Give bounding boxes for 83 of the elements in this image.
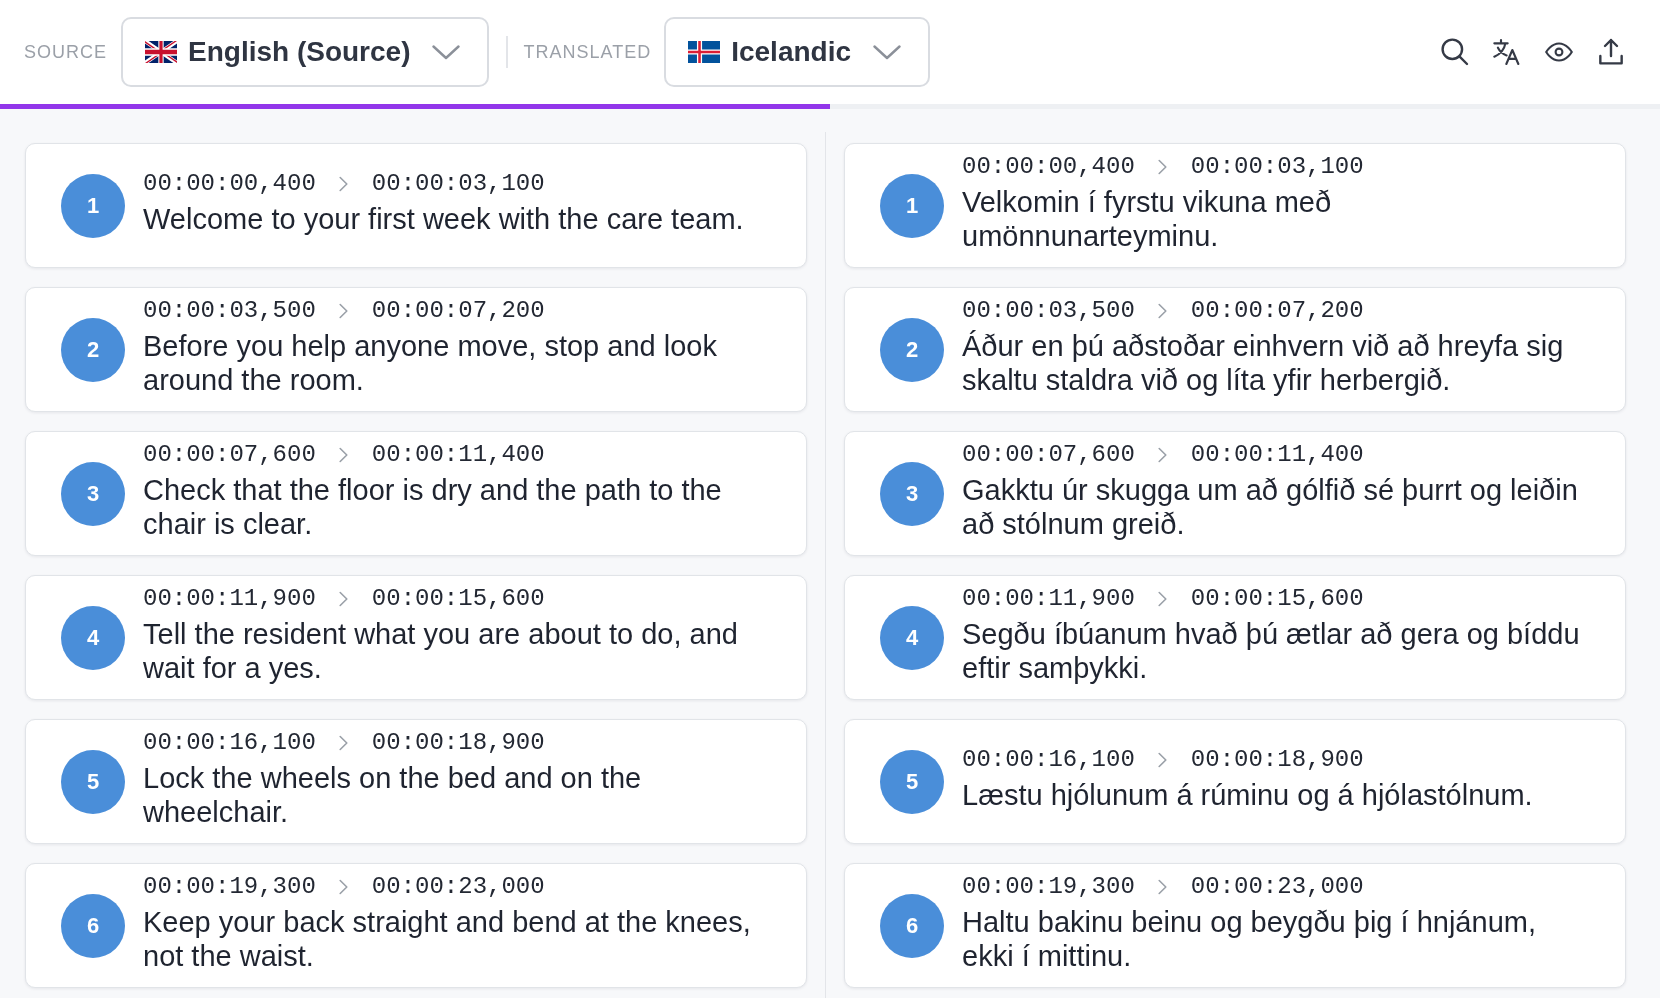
subtitle-card[interactable]: 4 00:00:11,900 00:00:15,600 Segðu íbúanum hvað þú ætlar að gera og bíddu eftir samþykki.: [844, 575, 1626, 700]
end-time: 00:00:18,900: [1190, 745, 1364, 775]
cue-number: 5: [880, 749, 944, 814]
end-time: 00:00:11,400: [371, 440, 545, 470]
end-time: 00:00:07,200: [371, 296, 545, 326]
subtitle-card[interactable]: 2 00:00:03,500 00:00:07,200 Before you help anyone move, stop and look around the room.: [25, 287, 807, 412]
subtitle-card[interactable]: 4 00:00:11,900 00:00:15,600 Tell the resident what you are about to do, and wait for a yes.: [25, 575, 807, 700]
chevron-down-icon: [432, 44, 461, 60]
language-dropdown[interactable]: Icelandic: [664, 17, 930, 87]
cue-number: 2: [880, 317, 944, 382]
language-dropdown[interactable]: English (Source): [121, 17, 490, 87]
subtitle-text: Lock the wheels on the bed and on the wheelchair.: [143, 761, 643, 829]
cue-number: 6: [880, 893, 944, 958]
end-time: 00:00:23,000: [1190, 872, 1364, 902]
chevron-right-icon: [338, 447, 348, 463]
start-time: 00:00:11,900: [962, 584, 1135, 614]
source-label: SOURCE: [24, 41, 107, 63]
subtitle-card[interactable]: 5 00:00:16,100 00:00:18,900 Lock the wheels on the bed and on the wheelchair.: [25, 719, 807, 844]
start-time: 00:00:16,100: [143, 728, 316, 758]
subtitle-text: Keep your back straight and bend at the knees, not the waist.: [143, 905, 752, 973]
cue-number: 6: [61, 893, 125, 958]
chevron-right-icon: [1157, 303, 1167, 319]
end-time: 00:00:07,200: [1190, 296, 1364, 326]
end-time: 00:00:15,600: [371, 584, 545, 614]
chevron-right-icon: [338, 176, 348, 192]
end-time: 00:00:11,400: [1190, 440, 1364, 470]
subtitle-text: Welcome to your first week with the care team.: [143, 202, 744, 236]
subtitle-text: Læstu hjólunum á rúminu og á hjólastólnum.: [962, 778, 1533, 812]
end-time: 00:00:23,000: [371, 872, 545, 902]
subtitle-text: Tell the resident what you are about to do, and wait for a yes.: [143, 617, 739, 685]
start-time: 00:00:03,500: [962, 296, 1135, 326]
subtitle-card[interactable]: 1 00:00:00,400 00:00:03,100 Welcome to your first week with the care team.: [25, 143, 807, 268]
chevron-right-icon: [1157, 591, 1167, 607]
start-time: 00:00:03,500: [143, 296, 316, 326]
cue-number: 4: [880, 605, 944, 670]
subtitle-card[interactable]: 1 00:00:00,400 00:00:03,100 Velkomin í fyrstu vikuna með umönnunarteyminu.: [844, 143, 1626, 268]
subtitle-text: Gakktu úr skugga um að gólfið sé þurrt og leiðin að stólnum greið.: [962, 473, 1579, 541]
start-time: 00:00:07,600: [143, 440, 316, 470]
start-time: 00:00:07,600: [962, 440, 1135, 470]
start-time: 00:00:16,100: [962, 745, 1135, 775]
upload-icon[interactable]: [1597, 38, 1625, 66]
chevron-right-icon: [1157, 159, 1167, 175]
subtitle-card[interactable]: 3 00:00:07,600 00:00:11,400 Check that the floor is dry and the path to the chair is clear.: [25, 431, 807, 556]
subtitle-card[interactable]: 5 00:00:16,100 00:00:18,900 Læstu hjólunum á rúminu og á hjólastólnum.: [844, 719, 1626, 844]
subtitle-card[interactable]: 2 00:00:03,500 00:00:07,200 Áður en þú aðstoðar einhvern við að hreyfa sig skaltu staldra við og líta yfir herbergið.: [844, 287, 1626, 412]
cue-number: 5: [61, 749, 125, 814]
cue-number: 1: [61, 173, 125, 238]
search-icon[interactable]: [1441, 38, 1469, 66]
subtitle-text: Check that the floor is dry and the path to the chair is clear.: [143, 473, 723, 541]
start-time: 00:00:19,300: [962, 872, 1135, 902]
chevron-right-icon: [338, 735, 348, 751]
uk-flag-icon: [145, 41, 177, 63]
subtitle-card[interactable]: 3 00:00:07,600 00:00:11,400 Gakktu úr skugga um að gólfið sé þurrt og leiðin að stólnum greið.: [844, 431, 1626, 556]
end-time: 00:00:18,900: [371, 728, 545, 758]
cue-number: 1: [880, 173, 944, 238]
cue-number: 3: [880, 461, 944, 526]
subtitle-text: Velkomin í fyrstu vikuna með umönnunarteyminu.: [962, 185, 1333, 253]
start-time: 00:00:00,400: [962, 152, 1135, 182]
cue-number: 4: [61, 605, 125, 670]
start-time: 00:00:11,900: [143, 584, 316, 614]
chevron-right-icon: [1157, 447, 1167, 463]
cue-number: 2: [61, 317, 125, 382]
subtitle-card[interactable]: 6 00:00:19,300 00:00:23,000 Keep your back straight and bend at the knees, not the waist.: [25, 863, 807, 988]
subtitle-text: Before you help anyone move, stop and look around the room.: [143, 329, 718, 397]
iceland-flag-icon: [688, 41, 721, 63]
end-time: 00:00:15,600: [1190, 584, 1364, 614]
subtitle-text: Áður en þú aðstoðar einhvern við að hreyfa sig skaltu staldra við og líta yfir herbergið.: [962, 329, 1565, 397]
subtitle-text: Haltu bakinu beinu og beygðu þig í hnjánum, ekki í mittinu.: [962, 905, 1537, 973]
end-time: 00:00:03,100: [1190, 152, 1364, 182]
chevron-down-icon: [873, 44, 901, 60]
translate-icon[interactable]: [1493, 38, 1521, 66]
translated-label: TRANSLATED: [523, 41, 652, 63]
subtitle-text: Segðu íbúanum hvað þú ætlar að gera og bíddu eftir samþykki.: [962, 617, 1581, 685]
chevron-right-icon: [1157, 879, 1167, 895]
end-time: 00:00:03,100: [371, 169, 545, 199]
chevron-right-icon: [338, 879, 348, 895]
subtitle-card[interactable]: 6 00:00:19,300 00:00:23,000 Haltu bakinu beinu og beygðu þig í hnjánum, ekki í mittinu.: [844, 863, 1626, 988]
start-time: 00:00:00,400: [143, 169, 316, 199]
chevron-right-icon: [338, 303, 348, 319]
cue-number: 3: [61, 461, 125, 526]
chevron-right-icon: [338, 591, 348, 607]
start-time: 00:00:19,300: [143, 872, 316, 902]
chevron-right-icon: [1157, 752, 1167, 768]
